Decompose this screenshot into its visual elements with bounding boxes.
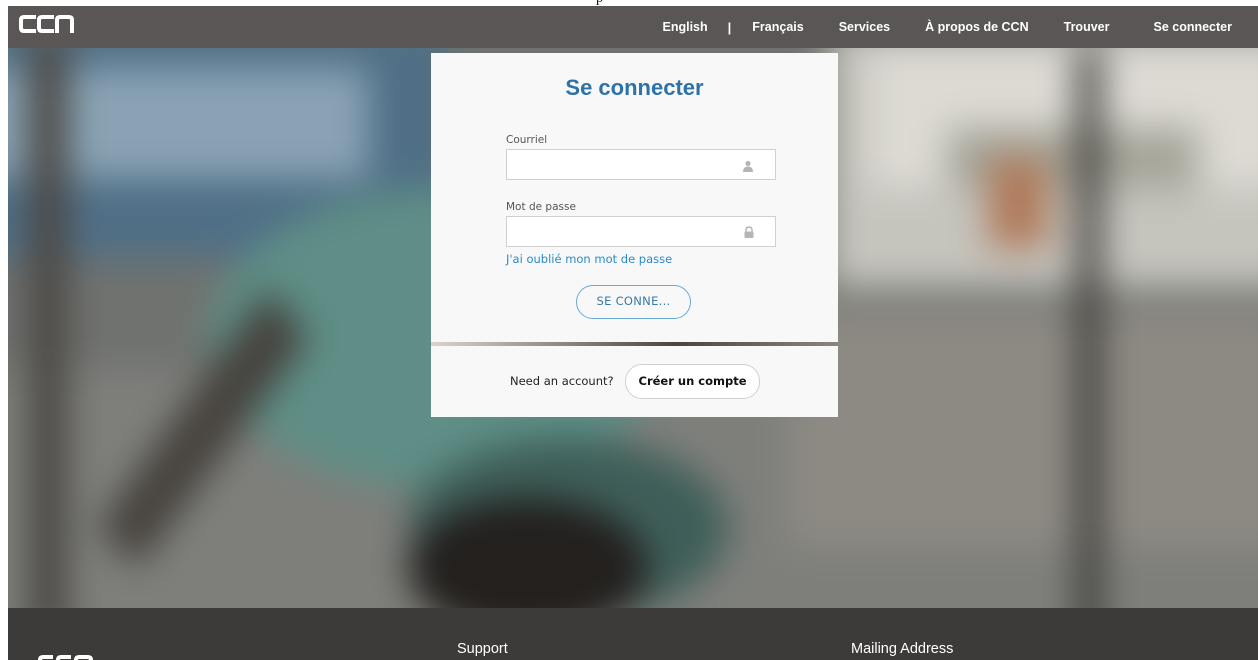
- nav-services-link[interactable]: Services: [839, 20, 890, 34]
- footer-support-heading: Support: [457, 641, 508, 657]
- footer-mailing-heading: Mailing Address: [851, 641, 954, 657]
- login-form-card: Se connecter Courriel Mot de passe J'ai …: [431, 53, 838, 342]
- need-account-text: Need an account?: [510, 374, 614, 388]
- login-title: Se connecter: [565, 75, 704, 100]
- email-label: Courriel: [506, 134, 548, 146]
- nav-login-link[interactable]: Se connecter: [1153, 20, 1232, 34]
- signup-card: Need an account? Créer un compte: [431, 346, 838, 417]
- page: p English | Français Services À propos d…: [0, 0, 1258, 660]
- email-field[interactable]: [506, 149, 776, 180]
- ccn-logo-icon[interactable]: [18, 12, 76, 36]
- nav-separator: |: [727, 19, 732, 35]
- footer: Support Mailing Address: [8, 608, 1258, 660]
- forgot-password-link[interactable]: J'ai oublié mon mot de passe: [506, 252, 672, 266]
- nav-francais-link[interactable]: Français: [752, 20, 803, 34]
- footer-ccn-logo-icon: [36, 651, 96, 660]
- user-icon: [742, 159, 754, 172]
- nav-about-link[interactable]: À propos de CCN: [925, 20, 1028, 34]
- nav-english-link[interactable]: English: [662, 20, 707, 34]
- create-account-button[interactable]: Créer un compte: [625, 364, 760, 399]
- login-submit-button[interactable]: SE CONNE...: [576, 285, 691, 319]
- password-label: Mot de passe: [506, 201, 576, 213]
- lock-icon: [743, 225, 755, 238]
- top-navbar: English | Français Services À propos de …: [8, 6, 1258, 48]
- nav-menu: English | Français Services À propos de …: [662, 6, 1258, 48]
- nav-find-link[interactable]: Trouver: [1064, 20, 1110, 34]
- password-field[interactable]: [506, 216, 776, 247]
